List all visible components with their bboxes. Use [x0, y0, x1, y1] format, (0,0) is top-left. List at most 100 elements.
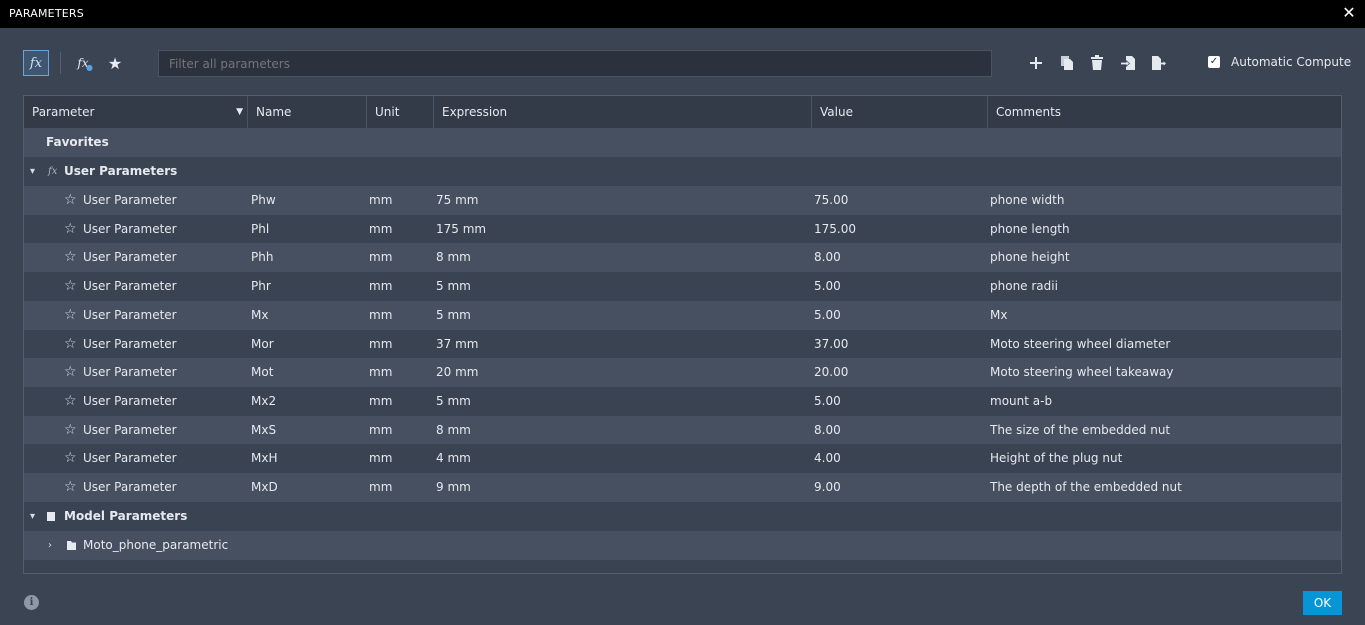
parameter-row[interactable]: ☆ User Parameter Mx mm 5 mm 5.00 Mx [24, 300, 1341, 330]
name-cell[interactable]: Phh [251, 243, 273, 272]
name-cell[interactable]: Phr [251, 272, 271, 301]
grid-header: Parameter ▼ Name Unit Expression Value C… [24, 96, 1341, 128]
model-component-label: Moto_phone_parametric [83, 538, 229, 552]
name-cell[interactable]: MxH [251, 444, 277, 473]
automatic-compute-checkbox[interactable]: ✓ Automatic Compute [1208, 55, 1351, 69]
name-cell[interactable]: MxS [251, 416, 276, 445]
comments-cell[interactable]: Moto steering wheel takeaway [990, 358, 1174, 387]
unit-cell: mm [369, 221, 393, 236]
add-button[interactable] [1025, 52, 1047, 74]
expression-cell[interactable]: 5 mm [436, 272, 471, 301]
value-cell: 37.00 [814, 336, 849, 351]
name-cell[interactable]: Mx2 [251, 387, 276, 416]
favorite-star-icon[interactable]: ☆ [64, 330, 77, 359]
name-cell[interactable]: Phl [251, 215, 269, 244]
column-header-label: Unit [375, 105, 400, 119]
user-parameters-group-row[interactable]: ▾ fx User Parameters [24, 157, 1341, 186]
expression-cell[interactable]: 20 mm [436, 358, 478, 387]
comments-cell[interactable]: Mx [990, 301, 1007, 330]
favorite-star-icon[interactable]: ☆ [64, 444, 77, 473]
delete-button[interactable] [1086, 52, 1108, 74]
favorite-star-icon[interactable]: ☆ [64, 215, 77, 244]
expression-cell[interactable]: 175 mm [436, 215, 486, 244]
automatic-compute-label: Automatic Compute [1231, 55, 1352, 69]
comments-cell[interactable]: phone length [990, 215, 1070, 244]
fx-parameters-toggle-button[interactable]: fx [23, 50, 49, 76]
favorites-group-row[interactable]: Favorites [24, 128, 1341, 157]
parameter-row[interactable]: ☆ User Parameter Phw mm 75 mm 75.00 phone widt… [24, 186, 1341, 215]
column-header-expression[interactable]: Expression [434, 96, 812, 128]
parameter-type-cell: User Parameter [83, 250, 177, 265]
favorites-filter-button[interactable]: ★ [104, 52, 126, 74]
name-cell[interactable]: Mot [251, 358, 273, 387]
comments-cell[interactable]: The size of the embedded nut [990, 416, 1170, 445]
copy-button[interactable] [1056, 52, 1078, 74]
comments-cell[interactable]: phone width [990, 186, 1064, 215]
expression-cell[interactable]: 75 mm [436, 186, 478, 215]
parameter-row[interactable]: ☆ User Parameter MxD mm 9 mm 9.00 The depth of… [24, 473, 1341, 502]
user-parameters-filter-button[interactable]: fx ● [72, 52, 94, 74]
expression-cell[interactable]: 4 mm [436, 444, 471, 473]
expression-cell[interactable]: 8 mm [436, 243, 471, 272]
parameter-row[interactable]: ☆ User Parameter Mot mm 20 mm 20.00 Moto steer… [24, 358, 1341, 388]
filter-input[interactable] [158, 50, 992, 77]
comments-cell[interactable]: mount a-b [990, 387, 1052, 416]
comments-cell[interactable]: phone radii [990, 272, 1058, 301]
favorite-star-icon[interactable]: ☆ [64, 301, 77, 330]
column-header-name[interactable]: Name [248, 96, 367, 128]
expression-cell[interactable]: 9 mm [436, 473, 471, 502]
favorite-star-icon[interactable]: ☆ [64, 416, 77, 445]
expression-cell[interactable]: 5 mm [436, 387, 471, 416]
favorite-star-icon[interactable]: ☆ [64, 186, 77, 215]
parameter-row[interactable]: ☆ User Parameter MxH mm 4 mm 4.00 Height of th… [24, 444, 1341, 474]
close-icon[interactable]: ✕ [1340, 3, 1358, 22]
favorite-star-icon[interactable]: ☆ [64, 473, 77, 502]
favorite-star-icon[interactable]: ☆ [64, 243, 77, 272]
column-header-label: Parameter [32, 105, 95, 119]
parameter-row[interactable]: ☆ User Parameter MxS mm 8 mm 8.00 The size of … [24, 415, 1341, 445]
info-icon[interactable]: i [24, 595, 39, 610]
favorite-star-icon[interactable]: ☆ [64, 387, 77, 416]
parameter-row[interactable]: ☆ User Parameter Phl mm 175 mm 175.00 phone le… [24, 214, 1341, 244]
column-header-comments[interactable]: Comments [988, 96, 1341, 128]
sort-caret-icon[interactable]: ▼ [236, 96, 243, 128]
chevron-down-icon[interactable]: ▾ [30, 502, 35, 531]
comments-cell[interactable]: Height of the plug nut [990, 444, 1122, 473]
model-parameters-group-row[interactable]: ▾ Model Parameters [24, 502, 1341, 531]
favorite-star-icon[interactable]: ☆ [64, 358, 77, 387]
column-header-label: Value [820, 105, 853, 119]
model-component-row[interactable]: › Moto_phone_parametric [24, 531, 1341, 560]
expression-cell[interactable]: 8 mm [436, 416, 471, 445]
parameter-row[interactable]: ☆ User Parameter Phh mm 8 mm 8.00 phone height [24, 243, 1341, 273]
parameter-type-cell: User Parameter [83, 393, 177, 408]
add-icon [1030, 57, 1042, 69]
chevron-down-icon[interactable]: ▾ [30, 157, 35, 186]
chevron-right-icon[interactable]: › [48, 531, 52, 560]
comments-cell[interactable]: Moto steering wheel diameter [990, 330, 1170, 359]
name-cell[interactable]: Phw [251, 186, 276, 215]
parameter-row[interactable]: ☆ User Parameter Mx2 mm 5 mm 5.00 mount a-b [24, 386, 1341, 416]
import-icon [1120, 56, 1135, 70]
name-cell[interactable]: MxD [251, 473, 278, 502]
name-cell[interactable]: Mor [251, 330, 274, 359]
expression-cell[interactable]: 5 mm [436, 301, 471, 330]
name-cell[interactable]: Mx [251, 301, 268, 330]
favorite-star-icon[interactable]: ☆ [64, 272, 77, 301]
export-button[interactable] [1148, 52, 1170, 74]
parameter-row[interactable]: ☆ User Parameter Phr mm 5 mm 5.00 phone radii [24, 272, 1341, 302]
column-header-parameter[interactable]: Parameter ▼ [24, 96, 248, 128]
value-cell: 75.00 [814, 193, 849, 207]
column-header-value[interactable]: Value [812, 96, 988, 128]
ok-button[interactable]: OK [1303, 591, 1342, 615]
unit-cell: mm [369, 193, 393, 207]
expression-cell[interactable]: 37 mm [436, 330, 478, 359]
unit-cell: mm [369, 365, 393, 380]
comments-cell[interactable]: The depth of the embedded nut [990, 473, 1182, 502]
model-parameters-label: Model Parameters [64, 509, 188, 523]
comments-cell[interactable]: phone height [990, 243, 1070, 272]
column-header-unit[interactable]: Unit [367, 96, 434, 128]
import-button[interactable] [1117, 52, 1139, 74]
parameter-type-cell: User Parameter [83, 221, 177, 236]
checkbox-checked[interactable]: ✓ [1208, 56, 1220, 68]
parameter-row[interactable]: ☆ User Parameter Mor mm 37 mm 37.00 Moto steer… [24, 329, 1341, 359]
